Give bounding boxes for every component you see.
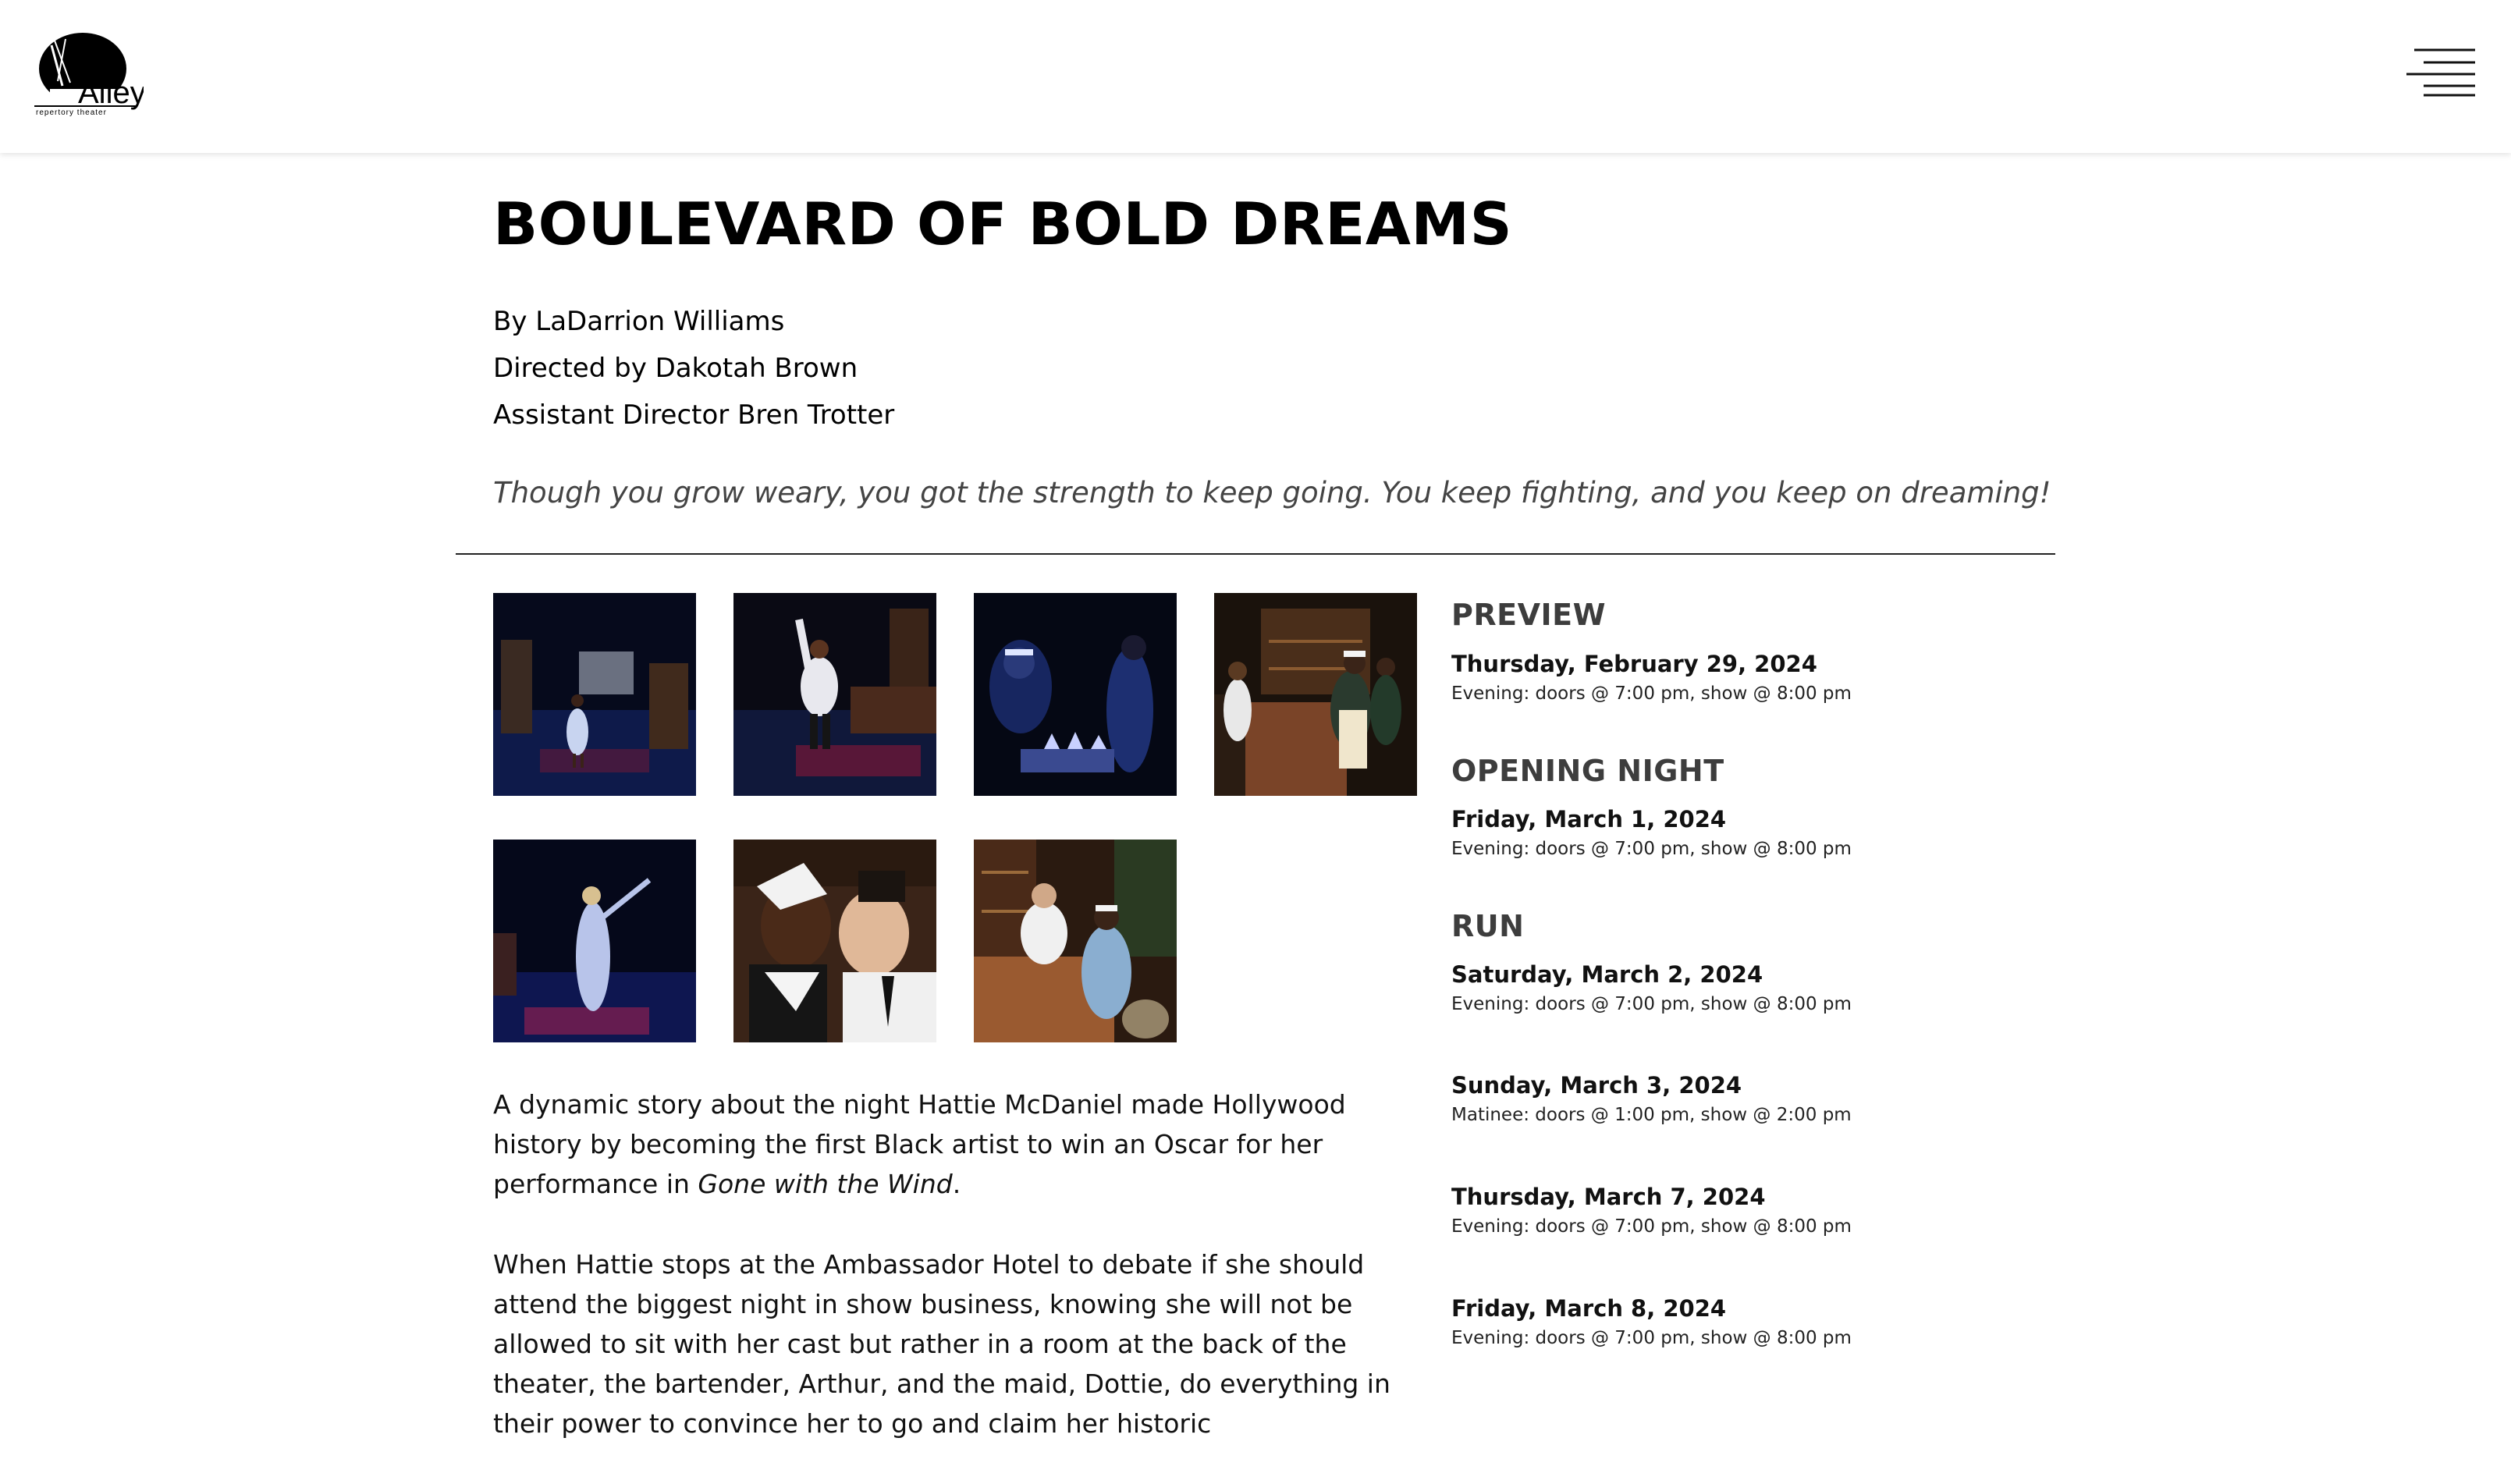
svg-text:Alley: Alley [78, 76, 144, 110]
author-credit: By LaDarrion Williams [493, 306, 785, 337]
run-date-3: Thursday, March 7, 2024 [1451, 1184, 1766, 1210]
preview-time: Evening: doors @ 7:00 pm, show @ 8:00 pm [1451, 683, 1852, 704]
director-credit: Directed by Dakotah Brown [493, 353, 858, 384]
site-header: Alley repertory theater [0, 0, 2511, 153]
production-photo-3[interactable] [974, 593, 1177, 796]
description-text: . [952, 1169, 961, 1199]
production-photo-4[interactable] [1214, 593, 1417, 796]
preview-heading: PREVIEW [1451, 598, 1606, 632]
production-photo-2[interactable] [733, 593, 936, 796]
production-photo-5[interactable] [493, 840, 696, 1042]
run-time-3: Evening: doors @ 7:00 pm, show @ 8:00 pm [1451, 1216, 1852, 1237]
production-photo-6[interactable] [733, 840, 936, 1042]
divider [456, 553, 2055, 555]
credits: By LaDarrion Williams Directed by Dakota… [493, 298, 894, 438]
run-time-4: Evening: doors @ 7:00 pm, show @ 8:00 pm [1451, 1328, 1852, 1348]
run-date-1: Saturday, March 2, 2024 [1451, 961, 1763, 988]
film-title: Gone with the Wind [698, 1169, 953, 1199]
run-heading: RUN [1451, 909, 1525, 943]
run-date-4: Friday, March 8, 2024 [1451, 1295, 1727, 1322]
opening-night-date: Friday, March 1, 2024 [1451, 806, 1727, 833]
show-description: A dynamic story about the night Hattie M… [493, 1085, 1414, 1484]
preview-date: Thursday, February 29, 2024 [1451, 651, 1817, 677]
run-time-1: Evening: doors @ 7:00 pm, show @ 8:00 pm [1451, 994, 1852, 1014]
production-photo-7[interactable] [974, 840, 1177, 1042]
run-date-2: Sunday, March 3, 2024 [1451, 1072, 1742, 1099]
description-paragraph-1: A dynamic story about the night Hattie M… [493, 1085, 1414, 1204]
tagline: Though you grow weary, you got the stren… [493, 476, 2051, 509]
production-photo-1[interactable] [493, 593, 696, 796]
alley-theatre-logo[interactable]: Alley repertory theater [34, 31, 144, 117]
svg-text:repertory theater: repertory theater [36, 108, 107, 117]
assistant-director-credit: Assistant Director Bren Trotter [493, 399, 895, 431]
description-paragraph-2: When Hattie stops at the Ambassador Hote… [493, 1249, 1390, 1439]
opening-night-time: Evening: doors @ 7:00 pm, show @ 8:00 pm [1451, 839, 1852, 859]
opening-night-heading: OPENING NIGHT [1451, 754, 1724, 788]
page-title: BOULEVARD OF BOLD DREAMS [493, 190, 1513, 258]
run-time-2: Matinee: doors @ 1:00 pm, show @ 2:00 pm [1451, 1105, 1852, 1125]
hamburger-menu-icon[interactable] [2406, 45, 2477, 100]
